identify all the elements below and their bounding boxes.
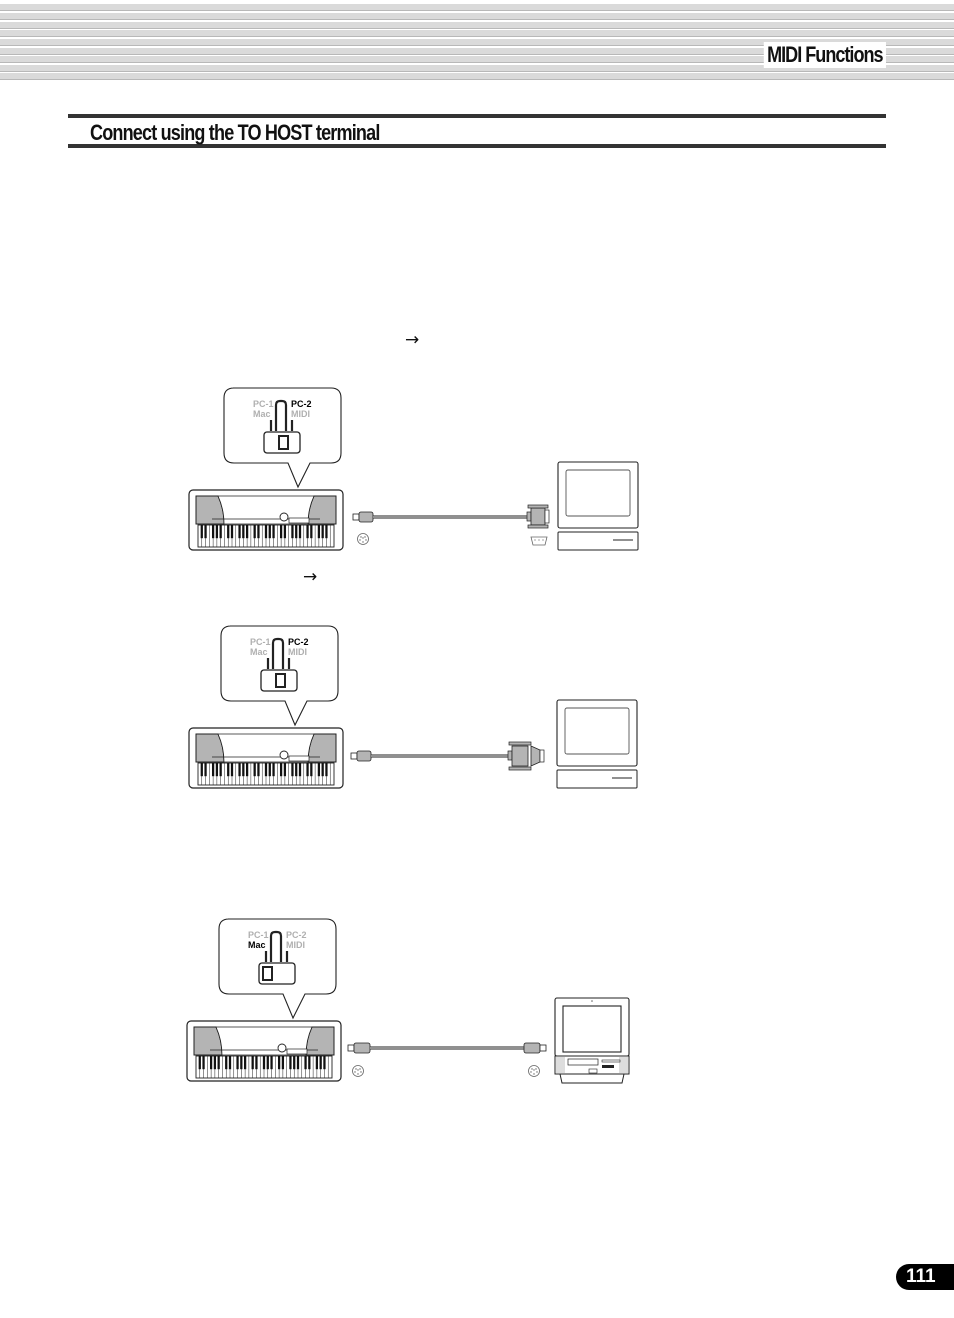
label-midi: MIDI: [291, 409, 310, 419]
stripe: [0, 22, 954, 29]
label-mac: Mac: [250, 647, 268, 657]
mini-din-port-icon: [357, 533, 369, 545]
keyboard-illustration: [188, 489, 344, 551]
switch-slider: [278, 435, 289, 450]
dsub9-port-icon: [530, 536, 548, 546]
switch-callout: PC-1 Mac PC-2 MIDI: [218, 918, 337, 1020]
label-pc2: PC-2: [286, 930, 307, 940]
stripe: [0, 13, 954, 20]
stripe: [0, 4, 954, 11]
chapter-title: MIDI Functions: [763, 42, 886, 68]
page-number: 111: [896, 1264, 954, 1290]
label-pc1: PC-1: [248, 930, 269, 940]
pc-illustration: [557, 461, 639, 551]
header-stripes: [0, 0, 954, 80]
switch-callout: PC-1 Mac PC-2 MIDI: [223, 387, 342, 489]
section-heading: Connect using the TO HOST terminal: [68, 114, 886, 148]
keyboard-illustration: [186, 1020, 342, 1082]
switch-slider: [275, 673, 286, 688]
pc-illustration: [556, 699, 638, 789]
macintosh-illustration: [554, 997, 630, 1084]
arrow-glyph: →: [405, 330, 420, 350]
switch-callout: PC-1 Mac PC-2 MIDI: [220, 625, 339, 727]
mini-din-port-icon: [352, 1065, 364, 1077]
label-pc2: PC-2: [291, 399, 312, 409]
mini-din-port-icon: [528, 1065, 540, 1077]
label-mac: Mac: [248, 940, 266, 950]
cable: [350, 741, 545, 771]
keyboard-illustration: [188, 727, 344, 789]
label-midi: MIDI: [286, 940, 305, 950]
label-midi: MIDI: [288, 647, 307, 657]
cable: [352, 504, 550, 529]
label-pc1: PC-1: [250, 637, 271, 647]
connection-diagram-3: PC-1 Mac PC-2 MIDI: [186, 918, 630, 1084]
switch-slider: [262, 966, 273, 981]
connection-diagram-1: PC-1 Mac PC-2 MIDI: [188, 387, 639, 551]
section-title: Connect using the TO HOST terminal: [90, 120, 380, 145]
label-pc2: PC-2: [288, 637, 309, 647]
arrow-glyph: →: [303, 567, 318, 587]
stripe: [0, 30, 954, 37]
label-mac: Mac: [253, 409, 271, 419]
cable: [347, 1042, 547, 1054]
stripe: [0, 73, 954, 80]
connection-diagram-2: PC-1 Mac PC-2 MIDI: [188, 625, 638, 789]
label-pc1: PC-1: [253, 399, 274, 409]
